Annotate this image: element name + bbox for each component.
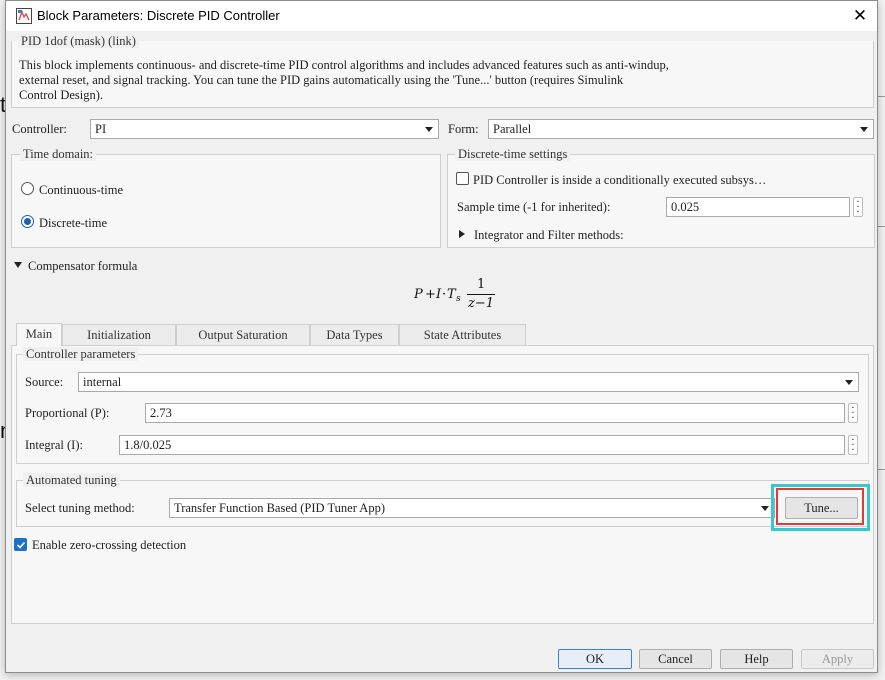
collapse-down-icon[interactable] (14, 262, 22, 268)
formula-dot: · (442, 287, 447, 302)
controller-parameters-title: Controller parameters (23, 347, 139, 361)
background-line (878, 96, 885, 97)
form-label: Form: (448, 122, 479, 136)
description-line: This block implements continuous- and di… (19, 58, 669, 72)
tab-state-attributes[interactable]: State Attributes (399, 324, 526, 346)
close-button[interactable]: ✕ (849, 5, 871, 27)
controller-value: PI (95, 122, 107, 136)
background-line (878, 226, 885, 227)
simulink-block-icon (16, 8, 32, 24)
sample-time-label: Sample time (-1 for inherited): (457, 200, 611, 214)
tune-button[interactable]: Tune... (785, 497, 858, 519)
controller-label: Controller: (12, 122, 67, 136)
cancel-button[interactable]: Cancel (639, 649, 712, 669)
integral-input[interactable]: 1.8/0.025 (119, 435, 845, 455)
time-domain-title: Time domain: (20, 147, 97, 161)
background-line (878, 469, 885, 470)
integral-value: 1.8/0.025 (124, 438, 172, 452)
sample-time-value: 0.025 (671, 200, 700, 214)
proportional-value: 2.73 (150, 406, 172, 420)
formula-fraction-bar (467, 294, 495, 295)
sample-time-input[interactable]: 0.025 (666, 197, 850, 217)
block-parameters-dialog: Block Parameters: Discrete PID Controlle… (5, 0, 878, 673)
automated-tuning-title: Automated tuning (23, 473, 120, 487)
zero-crossing-label[interactable]: Enable zero-crossing detection (32, 537, 186, 553)
formula-p: P (414, 287, 423, 302)
form-select[interactable]: Parallel (488, 119, 874, 139)
source-select[interactable]: internal (78, 372, 859, 392)
ok-button[interactable]: OK (558, 649, 632, 669)
source-label: Source: (25, 375, 64, 389)
continuous-time-label[interactable]: Continuous-time (39, 182, 123, 198)
sample-time-more-icon[interactable]: · · · (853, 197, 863, 218)
continuous-time-radio[interactable] (21, 182, 34, 195)
chevron-down-icon (425, 127, 433, 132)
discrete-time-label[interactable]: Discrete-time (39, 215, 107, 231)
discrete-settings-title: Discrete-time settings (455, 147, 571, 161)
tab-data-types[interactable]: Data Types (310, 324, 399, 346)
source-value: internal (83, 375, 122, 389)
formula-denominator: z−1 (468, 296, 495, 311)
form-value: Parallel (493, 122, 532, 136)
controller-select[interactable]: PI (90, 119, 439, 139)
proportional-more-icon[interactable]: · · · (848, 403, 858, 424)
tuning-method-select[interactable]: Transfer Function Based (PID Tuner App) (169, 498, 775, 518)
description-line: Control Design). (19, 88, 104, 102)
tab-initialization[interactable]: Initialization (62, 324, 176, 346)
description-line: external reset, and signal tracking. You… (19, 73, 624, 87)
proportional-input[interactable]: 2.73 (145, 403, 845, 423)
integral-more-icon[interactable]: · · · (848, 435, 858, 456)
check-icon (16, 541, 26, 549)
window-title: Block Parameters: Discrete PID Controlle… (37, 8, 280, 23)
chevron-down-icon (761, 506, 769, 511)
tuning-method-label: Select tuning method: (25, 501, 135, 515)
formula-i: I (436, 287, 442, 302)
time-domain-group (11, 154, 441, 248)
conditional-subsystem-checkbox[interactable] (456, 172, 469, 185)
apply-button[interactable]: Apply (801, 649, 874, 669)
formula-numerator: 1 (477, 277, 486, 292)
mask-title: PID 1dof (mask) (link) (18, 34, 139, 48)
tab-output-saturation[interactable]: Output Saturation (176, 324, 310, 346)
integral-label: Integral (I): (25, 438, 83, 452)
formula-t: T (447, 287, 456, 302)
zero-crossing-checkbox[interactable] (14, 538, 27, 551)
chevron-down-icon (860, 127, 868, 132)
tuning-method-value: Transfer Function Based (PID Tuner App) (174, 501, 385, 515)
compensator-formula: P + I · T s 1 z−1 (414, 277, 514, 313)
proportional-label: Proportional (P): (25, 406, 110, 420)
formula-subscript: s (456, 294, 461, 304)
discrete-time-radio[interactable] (21, 215, 34, 228)
expand-right-icon[interactable] (459, 230, 465, 238)
integrator-methods-label[interactable]: Integrator and Filter methods: (474, 227, 624, 243)
conditional-subsystem-label[interactable]: PID Controller is inside a conditionally… (473, 172, 766, 188)
tab-main[interactable]: Main (16, 323, 62, 346)
chevron-down-icon (845, 380, 853, 385)
formula-plus: + (425, 287, 436, 302)
compensator-formula-label[interactable]: Compensator formula (28, 258, 137, 274)
title-bar: Block Parameters: Discrete PID Controlle… (6, 1, 877, 31)
help-button[interactable]: Help (720, 649, 793, 669)
